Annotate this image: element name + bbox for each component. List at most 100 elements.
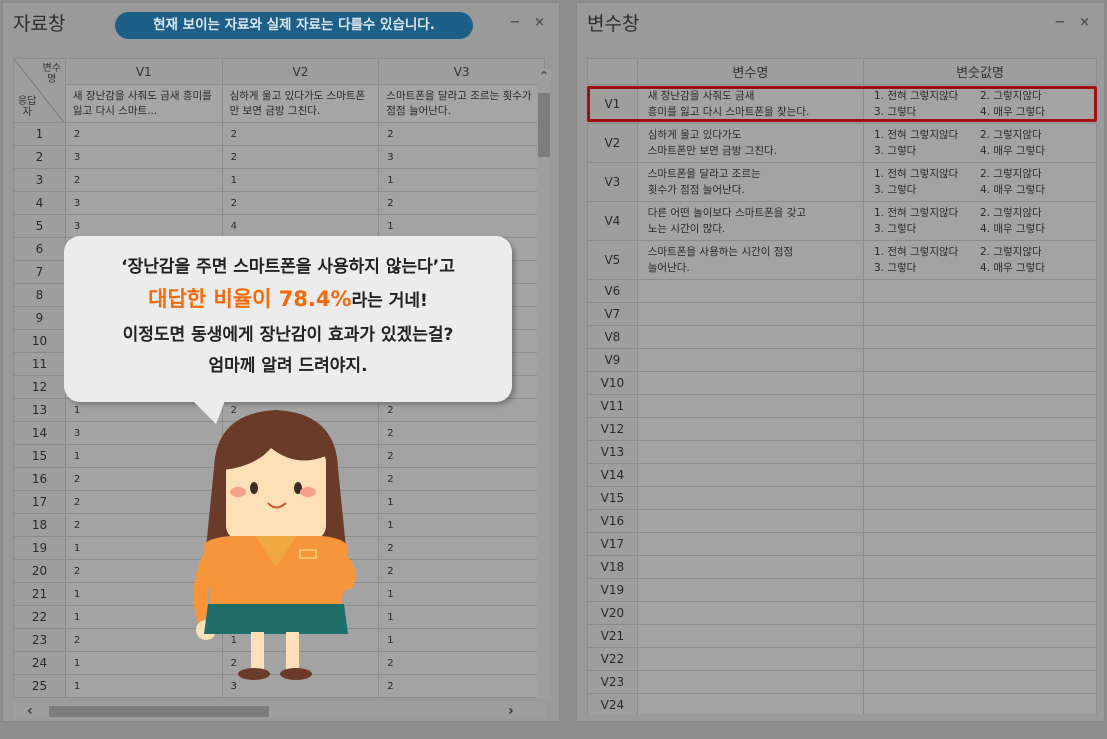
variable-value-labels[interactable] bbox=[862, 417, 1097, 441]
variable-row[interactable]: V5 스마트폰을 사용하는 시간이 점점 늘어난다. 1. 전혀 그렇지않다 2. 그… bbox=[587, 240, 1097, 280]
row-number[interactable]: 15 bbox=[13, 444, 66, 468]
vertical-scroll-thumb[interactable] bbox=[538, 93, 550, 157]
data-cell[interactable]: 2 bbox=[378, 651, 545, 675]
variable-id[interactable]: V21 bbox=[587, 624, 638, 648]
variable-row[interactable]: V8 bbox=[587, 325, 1097, 349]
table-row[interactable]: 2323 bbox=[13, 145, 545, 169]
data-cell[interactable]: 1 bbox=[221, 168, 380, 192]
variable-value-labels[interactable]: 1. 전혀 그렇지않다 2. 그렇지않다 3. 그렇다 4. 매우 그렇다 bbox=[862, 201, 1097, 241]
variable-row[interactable]: V2 심하게 울고 있다가도 스마트폰만 보면 금방 그친다. 1. 전혀 그렇지않… bbox=[587, 123, 1097, 163]
variable-row[interactable]: V14 bbox=[587, 463, 1097, 487]
variable-value-labels[interactable] bbox=[862, 325, 1097, 349]
variable-id[interactable]: V16 bbox=[587, 509, 638, 533]
variable-row[interactable]: V6 bbox=[587, 279, 1097, 303]
data-cell[interactable]: 1 bbox=[378, 168, 545, 192]
variable-label[interactable]: 스마트폰을 사용하는 시간이 점점 늘어난다. bbox=[636, 240, 864, 280]
variable-row[interactable]: V4 다른 어떤 놀이보다 스마트폰을 갖고 노는 시간이 많다. 1. 전혀 그렇… bbox=[587, 201, 1097, 241]
row-number[interactable]: 24 bbox=[13, 651, 66, 675]
variable-label[interactable] bbox=[636, 601, 864, 625]
variable-label[interactable] bbox=[636, 463, 864, 487]
variable-value-labels[interactable] bbox=[862, 693, 1097, 714]
table-row[interactable]: 4322 bbox=[13, 191, 545, 215]
variable-id[interactable]: V24 bbox=[587, 693, 638, 714]
variable-row[interactable]: V13 bbox=[587, 440, 1097, 464]
vertical-scrollbar[interactable]: ⌃ bbox=[537, 69, 551, 699]
scroll-right-arrow-icon[interactable]: › bbox=[508, 703, 514, 719]
variable-grid[interactable]: 변수명 변숫값명 V1 새 장난감을 사줘도 금새 흥미를 잃고 다시 스마트폰을… bbox=[587, 58, 1097, 714]
row-number[interactable]: 19 bbox=[13, 536, 66, 560]
variable-row[interactable]: V1 새 장난감을 사줘도 금새 흥미를 잃고 다시 스마트폰을 찾는다. 1. 전… bbox=[587, 84, 1097, 124]
variable-value-labels[interactable] bbox=[862, 486, 1097, 510]
row-number[interactable]: 5 bbox=[13, 214, 66, 238]
variable-value-labels[interactable]: 1. 전혀 그렇지않다 2. 그렇지않다 3. 그렇다 4. 매우 그렇다 bbox=[862, 84, 1097, 124]
variable-label[interactable] bbox=[636, 693, 864, 714]
variable-id[interactable]: V4 bbox=[587, 201, 638, 241]
variable-label[interactable] bbox=[636, 624, 864, 648]
variable-value-labels[interactable] bbox=[862, 440, 1097, 464]
variable-value-labels[interactable]: 1. 전혀 그렇지않다 2. 그렇지않다 3. 그렇다 4. 매우 그렇다 bbox=[862, 162, 1097, 202]
variable-row[interactable]: V7 bbox=[587, 302, 1097, 326]
variable-id[interactable]: V19 bbox=[587, 578, 638, 602]
variable-value-labels[interactable] bbox=[862, 302, 1097, 326]
variable-value-labels[interactable] bbox=[862, 371, 1097, 395]
variable-id[interactable]: V7 bbox=[587, 302, 638, 326]
data-cell[interactable]: 2 bbox=[378, 421, 545, 445]
data-cell[interactable]: 2 bbox=[378, 559, 545, 583]
variable-id[interactable]: V13 bbox=[587, 440, 638, 464]
data-cell[interactable]: 2 bbox=[378, 536, 545, 560]
data-cell[interactable]: 3 bbox=[64, 214, 223, 238]
table-row[interactable]: 1222 bbox=[13, 122, 545, 146]
variable-row[interactable]: V23 bbox=[587, 670, 1097, 694]
variable-label[interactable] bbox=[636, 555, 864, 579]
data-cell[interactable]: 1 bbox=[378, 628, 545, 652]
variable-label[interactable] bbox=[636, 302, 864, 326]
variable-label[interactable] bbox=[636, 670, 864, 694]
row-number[interactable]: 4 bbox=[13, 191, 66, 215]
variable-id[interactable]: V15 bbox=[587, 486, 638, 510]
row-number[interactable]: 14 bbox=[13, 421, 66, 445]
close-button[interactable]: × bbox=[1079, 15, 1090, 30]
row-number[interactable]: 12 bbox=[13, 375, 66, 399]
row-number[interactable]: 8 bbox=[13, 283, 66, 307]
variable-id[interactable]: V17 bbox=[587, 532, 638, 556]
data-cell[interactable]: 2 bbox=[378, 444, 545, 468]
variable-value-labels[interactable] bbox=[862, 394, 1097, 418]
scroll-left-arrow-icon[interactable]: ‹ bbox=[27, 703, 33, 719]
variable-label[interactable] bbox=[636, 394, 864, 418]
data-cell[interactable]: 2 bbox=[378, 467, 545, 491]
variable-row[interactable]: V9 bbox=[587, 348, 1097, 372]
row-number[interactable]: 6 bbox=[13, 237, 66, 261]
row-number[interactable]: 20 bbox=[13, 559, 66, 583]
table-row[interactable]: 3211 bbox=[13, 168, 545, 192]
variable-row[interactable]: V22 bbox=[587, 647, 1097, 671]
variable-value-labels[interactable] bbox=[862, 624, 1097, 648]
variable-value-labels[interactable] bbox=[862, 279, 1097, 303]
row-number[interactable]: 9 bbox=[13, 306, 66, 330]
row-number[interactable]: 3 bbox=[13, 168, 66, 192]
data-cell[interactable]: 1 bbox=[378, 582, 545, 606]
variable-label[interactable] bbox=[636, 417, 864, 441]
data-cell[interactable]: 2 bbox=[64, 168, 223, 192]
data-cell[interactable]: 2 bbox=[221, 122, 380, 146]
variable-row[interactable]: V17 bbox=[587, 532, 1097, 556]
variable-id[interactable]: V8 bbox=[587, 325, 638, 349]
variable-label[interactable]: 새 장난감을 사줘도 금새 흥미를 잃고 다시 스마트폰을 찾는다. bbox=[636, 84, 864, 124]
variable-value-labels[interactable] bbox=[862, 578, 1097, 602]
variable-id[interactable]: V23 bbox=[587, 670, 638, 694]
variable-label[interactable] bbox=[636, 509, 864, 533]
variable-id[interactable]: V9 bbox=[587, 348, 638, 372]
variable-id[interactable]: V14 bbox=[587, 463, 638, 487]
data-cell[interactable]: 3 bbox=[64, 145, 223, 169]
row-number[interactable]: 18 bbox=[13, 513, 66, 537]
row-number[interactable]: 25 bbox=[13, 674, 66, 698]
variable-id[interactable]: V1 bbox=[587, 84, 638, 124]
close-button[interactable]: × bbox=[534, 15, 545, 30]
table-row[interactable]: 5341 bbox=[13, 214, 545, 238]
data-cell[interactable]: 2 bbox=[221, 145, 380, 169]
row-number[interactable]: 22 bbox=[13, 605, 66, 629]
variable-label[interactable]: 스마트폰을 달라고 조르는 횟수가 점점 늘어난다. bbox=[636, 162, 864, 202]
variable-row[interactable]: V3 스마트폰을 달라고 조르는 횟수가 점점 늘어난다. 1. 전혀 그렇지않다 2… bbox=[587, 162, 1097, 202]
variable-row[interactable]: V18 bbox=[587, 555, 1097, 579]
variable-value-labels[interactable] bbox=[862, 601, 1097, 625]
variable-value-labels[interactable] bbox=[862, 509, 1097, 533]
